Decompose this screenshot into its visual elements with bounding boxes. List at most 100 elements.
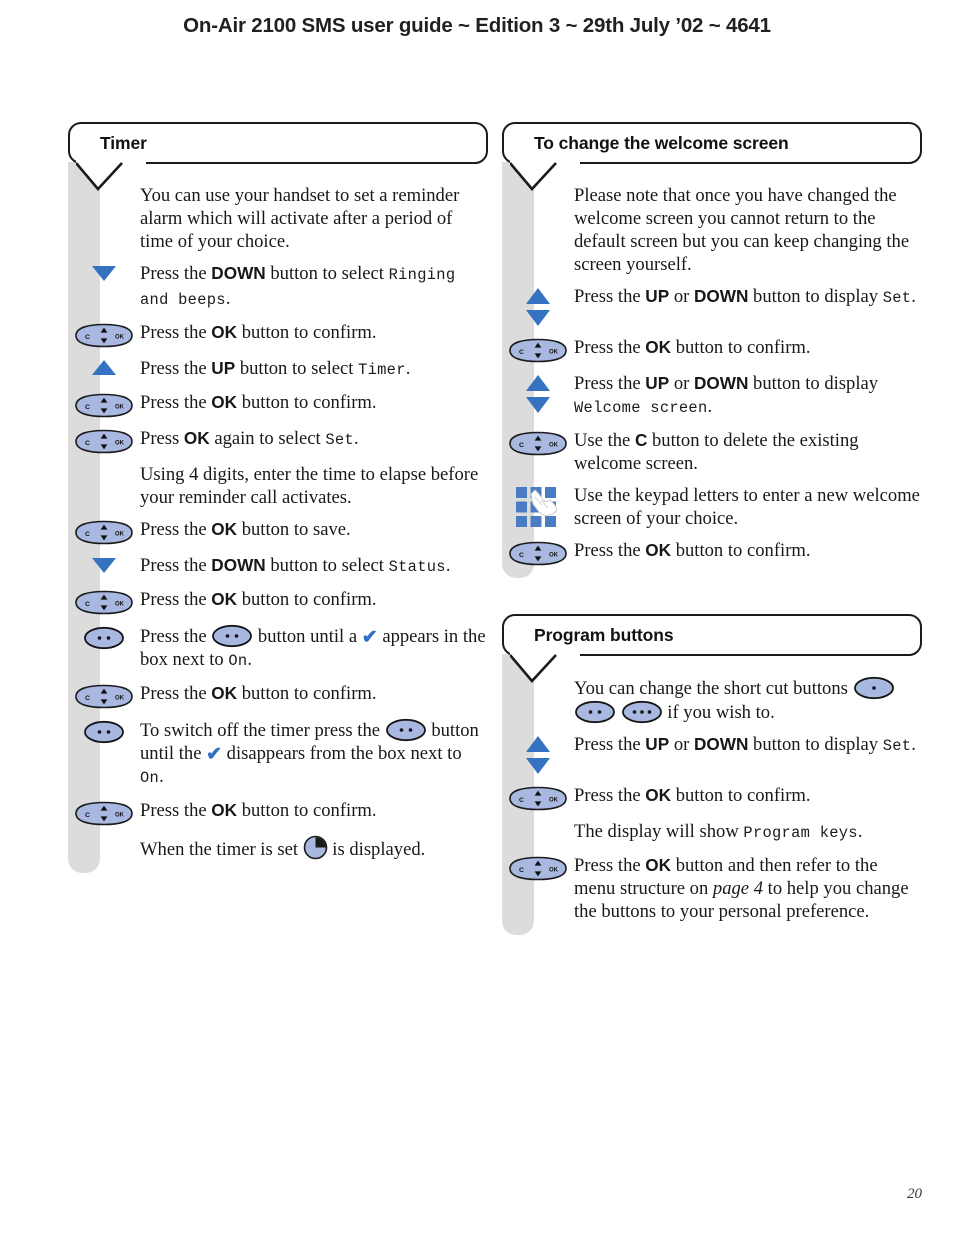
key-label: DOWN — [693, 286, 749, 306]
instruction-text: Press OK again to select Set. — [140, 427, 359, 452]
instruction-row: C OK Use the C button to delete the existi… — [502, 429, 922, 475]
shortcut-button-two-dot-icon — [84, 720, 124, 744]
instruction-icon-slot: C OK — [502, 854, 574, 881]
body-text: Press the — [140, 800, 212, 821]
cross-reference: page 4 — [712, 878, 763, 899]
body-text: Use the keypad letters to enter a new we… — [574, 485, 920, 529]
instruction-text: Press the OK button to confirm. — [140, 682, 377, 705]
instruction-text: Using 4 digits, enter the time to elapse… — [140, 463, 488, 509]
navigation-ok-c-button-icon: C OK — [75, 429, 133, 454]
navigation-ok-c-button-icon: C OK — [509, 541, 567, 566]
body-text: disappears from the box next to — [222, 743, 462, 764]
body-text: button to confirm. — [671, 337, 811, 358]
instruction-text: Press the UP or DOWN button to display S… — [574, 733, 916, 758]
body-text: button to confirm. — [237, 800, 377, 821]
svg-text:C: C — [85, 695, 90, 702]
instruction-icon-slot: C OK — [68, 588, 140, 615]
key-label: OK — [645, 855, 672, 875]
instruction-row: Press the UP button to select Timer. — [68, 357, 488, 382]
svg-text:OK: OK — [115, 441, 125, 447]
key-label: OK — [645, 785, 672, 805]
navigation-ok-c-button-icon: C OK — [75, 323, 133, 348]
body-text: . — [911, 286, 916, 307]
instruction-row: C OK Press the OK button and then refer to… — [502, 854, 922, 923]
instruction-row: Press the UP or DOWN button to display S… — [502, 733, 922, 775]
instruction-row: C OK Press the OK button to confirm. — [502, 336, 922, 363]
section-header-bubble: Timer — [68, 122, 488, 164]
instruction-text: Please note that once you have changed t… — [574, 184, 922, 276]
instruction-icon-slot: C OK — [502, 336, 574, 363]
navigation-ok-c-button-icon: C OK — [509, 431, 567, 456]
svg-text:C: C — [519, 349, 524, 356]
body-text: . — [405, 358, 411, 379]
key-label: OK — [183, 428, 210, 448]
instruction-icon-slot — [68, 554, 140, 574]
key-label: UP — [211, 358, 236, 378]
navigation-ok-c-button-icon: C OK — [75, 684, 133, 709]
body-text: Using 4 digits, enter the time to elapse… — [140, 464, 479, 508]
instruction-row: Please note that once you have changed t… — [502, 184, 922, 276]
navigation-ok-c-button-icon: C OK — [509, 338, 567, 363]
body-text: button to save. — [237, 519, 351, 540]
instruction-row: C OK Press the OK button to confirm. — [68, 321, 488, 348]
display-text: Set — [325, 431, 354, 449]
svg-text:C: C — [519, 552, 524, 559]
instruction-text: Press the UP or DOWN button to display W… — [574, 372, 922, 420]
body-text: Press the — [140, 322, 212, 343]
key-label: OK — [211, 519, 238, 539]
body-text: button to confirm. — [237, 322, 377, 343]
navigation-ok-c-button-icon: C OK — [75, 801, 133, 826]
key-label: DOWN — [693, 734, 749, 754]
arrow-down-icon — [92, 266, 116, 281]
body-text: . — [353, 428, 359, 449]
instruction-text: Press the OK button to save. — [140, 518, 351, 541]
arrow-up-down-icon — [526, 375, 550, 413]
display-text: Program keys — [743, 824, 858, 842]
instruction-icon-slot — [68, 718, 140, 744]
svg-text:OK: OK — [115, 602, 125, 608]
instruction-icon-slot: C OK — [502, 539, 574, 566]
body-text: button to confirm. — [671, 785, 811, 806]
key-label: UP — [645, 373, 670, 393]
instruction-row: When the timer is set is displayed. — [68, 835, 488, 861]
body-text: You can change the short cut buttons — [574, 678, 853, 699]
body-text: Use the — [574, 430, 635, 451]
section: Program buttons You can change the short … — [502, 614, 922, 935]
key-label: OK — [211, 683, 238, 703]
instruction-row: The display will show Program keys. — [502, 820, 922, 845]
key-label: OK — [211, 589, 238, 609]
instruction-row: To switch off the timer press the button… — [68, 718, 488, 790]
navigation-ok-c-button-icon: C OK — [509, 786, 567, 811]
body-text: . — [159, 766, 164, 787]
body-text: Press the — [574, 734, 646, 755]
svg-text:OK: OK — [115, 696, 125, 702]
svg-text:C: C — [519, 442, 524, 449]
svg-text:C: C — [519, 867, 524, 874]
body-text: Press the — [140, 263, 212, 284]
body-text: button to display — [748, 373, 879, 394]
instruction-icon-slot — [68, 463, 140, 465]
instruction-row: Press the UP or DOWN button to display S… — [502, 285, 922, 327]
instruction-text: To switch off the timer press the button… — [140, 718, 488, 790]
page-number: 20 — [907, 1186, 922, 1202]
svg-text:OK: OK — [115, 532, 125, 538]
body-text: . — [225, 288, 231, 309]
instruction-icon-slot — [502, 484, 574, 528]
body-text: button until a — [253, 626, 362, 647]
instruction-icon-slot: C OK — [502, 429, 574, 456]
instruction-list: You can change the short cut buttons if … — [502, 656, 922, 923]
arrow-up-down-icon — [526, 288, 550, 326]
instruction-icon-slot: C OK — [502, 784, 574, 811]
instruction-text: Press the OK button to confirm. — [140, 391, 377, 414]
instruction-row: Using 4 digits, enter the time to elapse… — [68, 463, 488, 509]
instruction-icon-slot — [502, 372, 574, 414]
instruction-text: Use the keypad letters to enter a new we… — [574, 484, 922, 530]
body-text: Press — [140, 428, 184, 449]
display-text: Timer — [358, 361, 406, 379]
arrow-up-icon — [92, 360, 116, 375]
shortcut-button-one-dot-icon — [853, 676, 894, 700]
key-label: UP — [645, 286, 670, 306]
instruction-icon-slot: C OK — [68, 427, 140, 454]
bubble-tail — [509, 161, 580, 191]
instruction-text: You can use your handset to set a remind… — [140, 184, 488, 253]
